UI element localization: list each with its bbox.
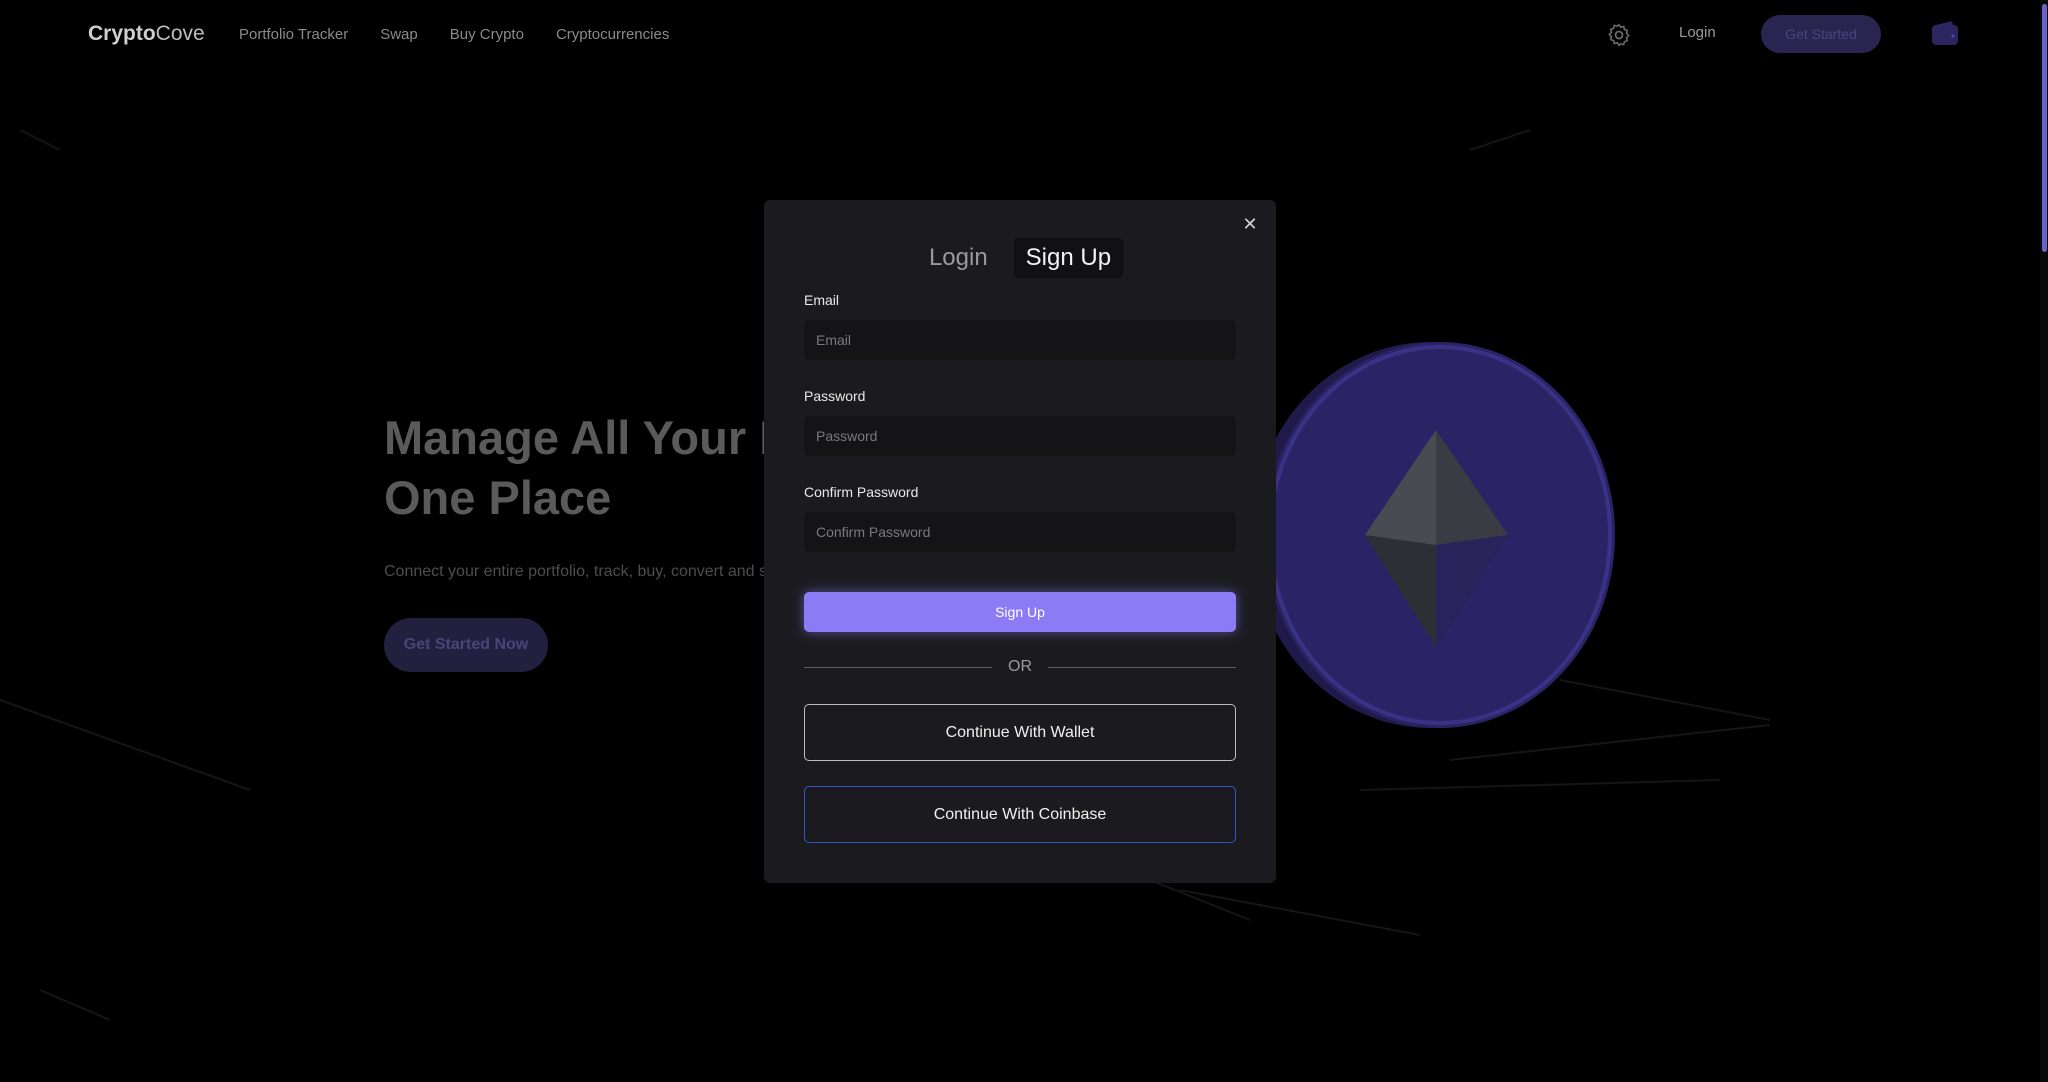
continue-with-coinbase-button[interactable]: Continue With Coinbase xyxy=(804,786,1236,843)
hero-subtitle: Connect your entire portfolio, track, bu… xyxy=(384,563,768,580)
nav-link-portfolio-tracker[interactable]: Portfolio Tracker xyxy=(239,26,348,43)
brand-logo-light: Cove xyxy=(155,22,205,45)
page-scrollbar[interactable] xyxy=(2040,0,2048,1082)
or-divider: OR xyxy=(804,657,1236,677)
confirm-password-label: Confirm Password xyxy=(804,484,919,500)
nav-links: Portfolio Tracker Swap Buy Crypto Crypto… xyxy=(239,26,669,43)
email-field[interactable] xyxy=(804,320,1236,360)
password-label: Password xyxy=(804,388,866,404)
nav-link-cryptocurrencies[interactable]: Cryptocurrencies xyxy=(556,26,669,43)
close-icon[interactable]: ✕ xyxy=(1240,214,1260,234)
nav-get-started-button[interactable]: Get Started xyxy=(1761,15,1881,53)
brand-logo[interactable]: CryptoCove xyxy=(88,22,205,46)
nav-login-link[interactable]: Login xyxy=(1679,24,1716,41)
ethereum-coin-illustration xyxy=(1252,342,1615,728)
or-divider-text: OR xyxy=(1008,658,1032,675)
gear-icon[interactable] xyxy=(1606,22,1632,48)
continue-with-wallet-button[interactable]: Continue With Wallet xyxy=(804,704,1236,761)
top-navbar: CryptoCove Portfolio Tracker Swap Buy Cr… xyxy=(0,0,2040,68)
divider-line-right xyxy=(1048,666,1236,668)
password-field[interactable] xyxy=(804,416,1236,456)
tab-login[interactable]: Login xyxy=(917,238,1000,278)
confirm-password-field[interactable] xyxy=(804,512,1236,552)
scrollbar-thumb[interactable] xyxy=(2042,4,2047,252)
email-label: Email xyxy=(804,292,840,308)
sign-up-button[interactable]: Sign Up xyxy=(804,592,1236,632)
auth-modal: ✕ Login Sign Up Email Password Confirm P… xyxy=(764,200,1276,883)
brand-logo-bold: Crypto xyxy=(88,22,156,45)
nav-link-buy-crypto[interactable]: Buy Crypto xyxy=(450,26,524,43)
tab-sign-up[interactable]: Sign Up xyxy=(1013,238,1124,278)
nav-link-swap[interactable]: Swap xyxy=(380,26,418,43)
wallet-icon[interactable] xyxy=(1930,18,1960,48)
auth-tabs: Login Sign Up xyxy=(764,238,1276,278)
divider-line-left xyxy=(804,666,992,668)
hero-get-started-button[interactable]: Get Started Now xyxy=(384,618,548,672)
